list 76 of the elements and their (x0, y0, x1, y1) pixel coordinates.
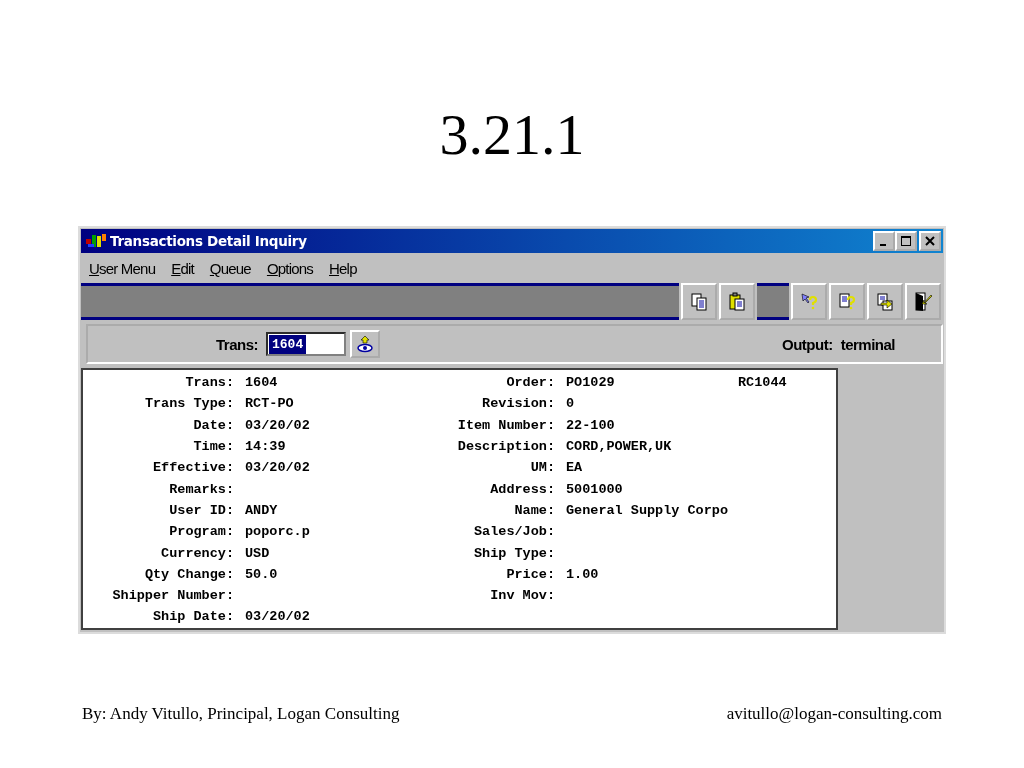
toolbar-button[interactable] (867, 283, 903, 320)
author-credit: By: Andy Vitullo, Principal, Logan Consulting (82, 704, 400, 724)
field-label: UM: (529, 460, 555, 476)
field-label: Item Number: (456, 417, 555, 433)
menu-item[interactable]: Edit (171, 260, 194, 277)
slide-title: 3.21.1 (439, 101, 585, 169)
pointer-help-icon (800, 291, 818, 312)
field-label: Ship Type: (473, 545, 555, 561)
email-address: avitullo@logan-consulting.com (726, 704, 942, 724)
field-label: Trans: (184, 375, 234, 391)
maximize-icon (901, 236, 911, 246)
field-label: Currency: (160, 545, 234, 561)
close-icon (925, 236, 935, 246)
field-label: Ship Date: (152, 609, 234, 625)
toolbar-button[interactable] (829, 283, 865, 320)
field-value: 5001000 (566, 481, 624, 497)
field-value: 03/20/02 (245, 460, 311, 476)
menu-item[interactable]: Help (329, 260, 357, 277)
minimize-icon (879, 244, 886, 246)
field-label: Date: (192, 417, 234, 433)
field-value: PO1029 (566, 375, 616, 391)
menu-item[interactable]: User Menu (89, 260, 156, 277)
field-label: Trans: (216, 335, 258, 353)
toolbar-button[interactable] (719, 283, 755, 320)
clipboard-icon (728, 291, 746, 312)
field-label: Time: (192, 439, 234, 455)
close-button[interactable] (919, 231, 941, 251)
field-label: Inv Mov: (489, 588, 555, 604)
output-label: Output: (782, 335, 833, 353)
eye-arrow-icon (356, 335, 374, 353)
minimize-button[interactable] (873, 231, 895, 251)
field-label: Shipper Number: (111, 588, 234, 604)
field-label: User ID: (168, 502, 234, 518)
field-value: RCT-PO (245, 396, 295, 412)
app-logo-icon (85, 233, 107, 249)
toolbar-button[interactable] (681, 283, 717, 320)
field-label: Order: (505, 375, 555, 391)
field-label: Price: (505, 566, 555, 582)
field-value: 03/20/02 (245, 609, 311, 625)
field-value: 03/20/02 (245, 417, 311, 433)
maximize-button[interactable] (895, 231, 917, 251)
field-value: 14:39 (245, 439, 287, 455)
field-value: USD (245, 545, 271, 561)
field-value: poporc.p (245, 524, 311, 540)
field-label: Description: (456, 439, 555, 455)
door-arrow-icon (914, 291, 932, 312)
copy-icon (690, 291, 708, 312)
menu-item[interactable]: Options (266, 260, 313, 277)
toolbar-button[interactable] (905, 283, 941, 320)
field-value: General Supply Corpo (566, 502, 730, 518)
field-label: Trans Type: (143, 396, 234, 412)
field-value: 0 (566, 396, 576, 412)
output-value: terminal (840, 335, 895, 353)
menu-item[interactable]: Queue (209, 260, 251, 277)
field-label: Address: (489, 481, 555, 497)
field-value: 22-100 (566, 417, 616, 433)
field-value: 50.0 (245, 566, 279, 582)
field-label: Revision: (481, 396, 555, 412)
toolbar-band (757, 283, 789, 320)
field-value: CORD,POWER,UK (566, 439, 673, 455)
document-help-icon (838, 291, 856, 312)
field-value: 1.00 (566, 566, 600, 582)
field-label: Qty Change: (143, 566, 234, 582)
field-value: RC1044 (738, 375, 787, 391)
field-label: Sales/Job: (473, 524, 555, 540)
lookup-button[interactable] (350, 330, 380, 358)
field-value: 1604 (245, 375, 279, 391)
window-title: Transactions Detail Inquiry (110, 233, 308, 249)
field-label: Name: (513, 502, 555, 518)
field-label: Effective: (152, 460, 234, 476)
field-label: Remarks: (168, 481, 234, 497)
field-value: ANDY (245, 502, 279, 518)
trans-input-field[interactable]: 1604 (266, 332, 346, 356)
document-arrow-icon (876, 291, 894, 312)
field-value: EA (566, 460, 584, 476)
field-label: Program: (168, 524, 234, 540)
